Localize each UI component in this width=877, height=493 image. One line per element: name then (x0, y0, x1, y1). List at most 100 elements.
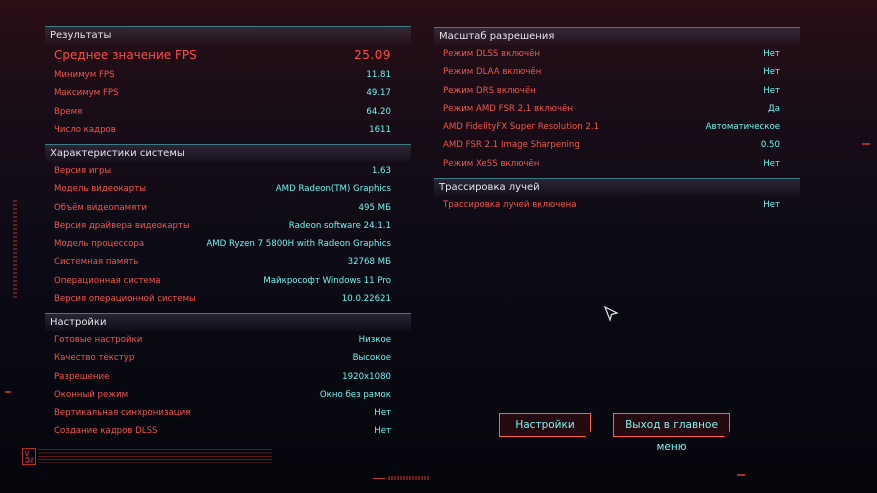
system-value: 10.0.22621 (341, 294, 391, 305)
system-row: Модель видеокарты AMD Radeon(TM) Graphics (45, 180, 411, 198)
scaling-value: Нет (763, 158, 780, 169)
settings-row: Разрешение 1920x1080 (45, 368, 411, 386)
scaling-row: Режим DLAA включён Нет (434, 63, 800, 81)
settings-label: Создание кадров DLSS (54, 426, 158, 437)
scaling-row: Режим AMD FSR 2.1 включён Да (434, 100, 800, 118)
settings-label: Оконный режим (54, 389, 129, 400)
system-row: Версия операционной системы 10.0.22621 (45, 290, 411, 308)
system-row: Системная память 32768 МБ (45, 253, 411, 271)
scaling-row: Режим DLSS включён Нет (434, 45, 800, 63)
scaling-value: Нет (763, 85, 780, 96)
scaling-label: Режим DRS включён (443, 85, 536, 96)
scaling-label: Режим DLSS включён (443, 49, 541, 59)
settings-label: Качество текстур (54, 353, 135, 364)
raytracing-label: Трассировка лучей включена (443, 200, 577, 210)
side-decoration (737, 474, 745, 476)
scaling-header: Масштаб разрешения (434, 27, 800, 45)
scaling-value: Автоматическое (705, 122, 780, 133)
system-value: 32768 МБ (347, 257, 391, 268)
cursor-arrow-icon (604, 306, 619, 322)
side-decoration (5, 391, 11, 393)
raytracing-header: Трассировка лучей (434, 178, 800, 196)
scaling-row: AMD FidelityFX Super Resolution 2.1 Автом… (434, 118, 800, 136)
raytracing-panel: Трассировка лучей Трассировка лучей вклю… (434, 178, 800, 214)
results-panel: Результаты Среднее значение FPS 25.09 Ми… (45, 26, 411, 139)
scaling-label: AMD FSR 2.1 Image Sharpening (443, 140, 580, 151)
avg-fps-label: Среднее значение FPS (54, 48, 197, 62)
system-value: AMD Ryzen 7 5800H with Radeon Graphics (206, 239, 391, 250)
stat-row: Число кадров 1611 (45, 121, 411, 139)
stat-value: 64.20 (366, 106, 391, 117)
scaling-row: Режим DRS включён Нет (434, 82, 800, 100)
stat-value: 1611 (369, 124, 391, 135)
legal-fineprint (38, 449, 272, 463)
system-label: Модель видеокарты (54, 184, 147, 195)
settings-header: Настройки (45, 313, 411, 331)
scaling-label: AMD FidelityFX Super Resolution 2.1 (443, 122, 600, 133)
settings-value: Окно без рамок (319, 389, 391, 400)
stat-label: Минимум FPS (54, 70, 115, 80)
system-row: Операционная система Майкрософт Windows 1… (45, 272, 411, 290)
settings-row: Создание кадров DLSS Нет (45, 422, 411, 440)
scaling-value: Нет (763, 49, 780, 59)
avg-fps-value: 25.09 (354, 48, 391, 62)
raytracing-value: Нет (763, 200, 780, 210)
settings-value: Нет (374, 426, 391, 437)
results-header: Результаты (45, 26, 411, 44)
settings-row: Качество текстур Высокое (45, 349, 411, 367)
stat-label: Число кадров (54, 124, 116, 135)
avg-fps-row: Среднее значение FPS 25.09 (45, 44, 411, 66)
system-row: Объём видеопамяти 495 МБ (45, 199, 411, 217)
stat-row: Время 64.20 (45, 103, 411, 121)
side-decoration (862, 143, 870, 145)
scaling-value: Да (768, 103, 780, 114)
scaling-row: AMD FSR 2.1 Image Sharpening 0.50 (434, 136, 800, 154)
side-decoration (13, 200, 17, 300)
scaling-label: Режим XeSS включён (443, 158, 540, 169)
system-value: 1.63 (371, 166, 391, 176)
settings-row: Готовые настройки Низкое (45, 331, 411, 349)
system-label: Объём видеопамяти (54, 202, 147, 213)
settings-label: Готовые настройки (54, 335, 143, 345)
settings-label: Вертикальная синхронизация (54, 408, 191, 419)
settings-button[interactable]: Настройки (499, 413, 591, 437)
stat-row: Максимум FPS 49.17 (45, 84, 411, 102)
main-menu-button[interactable]: Выход в главное меню (613, 413, 730, 453)
stat-row: Минимум FPS 11.81 (45, 66, 411, 84)
settings-row: Вертикальная синхронизация Нет (45, 404, 411, 422)
system-label: Версия операционной системы (54, 294, 196, 305)
stat-label: Время (54, 106, 83, 117)
settings-value: Нет (374, 408, 391, 419)
system-value: Radeon software 24.1.1 (288, 220, 391, 231)
system-row: Версия игры 1.63 (45, 162, 411, 180)
system-label: Модель процессора (54, 239, 145, 250)
system-label: Версия игры (54, 166, 112, 176)
stat-value: 11.81 (366, 70, 391, 80)
studio-logo-icon (22, 448, 36, 465)
settings-value: 1920x1080 (342, 371, 391, 382)
settings-row: Оконный режим Окно без рамок (45, 386, 411, 404)
system-row: Модель процессора AMD Ryzen 7 5800H with … (45, 235, 411, 253)
system-label: Версия драйвера видеокарты (54, 220, 190, 231)
settings-value: Высокое (352, 353, 391, 364)
scaling-panel: Масштаб разрешения Режим DLSS включён Нет… (434, 27, 800, 173)
system-label: Операционная система (54, 275, 161, 286)
system-panel: Характеристики системы Версия игры 1.63 М… (45, 144, 411, 308)
system-row: Версия драйвера видеокарты Radeon softwar… (45, 217, 411, 235)
stat-label: Максимум FPS (54, 88, 119, 99)
stat-value: 49.17 (366, 88, 391, 99)
system-label: Системная память (54, 257, 139, 268)
scaling-label: Режим DLAA включён (443, 67, 542, 78)
settings-label: Разрешение (54, 371, 110, 382)
system-value: Майкрософт Windows 11 Pro (263, 275, 391, 286)
scaling-row: Режим XeSS включён Нет (434, 155, 800, 173)
system-value: AMD Radeon(TM) Graphics (275, 184, 391, 195)
system-header: Характеристики системы (45, 144, 411, 162)
raytracing-row: Трассировка лучей включена Нет (434, 196, 800, 214)
scaling-label: Режим AMD FSR 2.1 включён (443, 103, 573, 114)
settings-value: Низкое (358, 335, 391, 345)
scaling-value: 0.50 (760, 140, 780, 151)
scaling-value: Нет (763, 67, 780, 78)
version-indicator (373, 476, 431, 481)
system-value: 495 МБ (358, 202, 391, 213)
